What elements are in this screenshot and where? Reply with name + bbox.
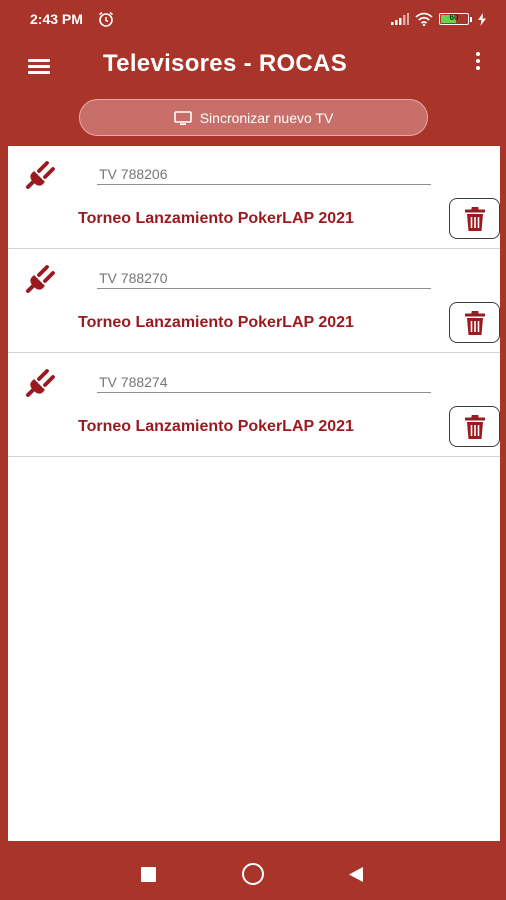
sync-new-tv-button[interactable]: Sincronizar nuevo TV [79,99,428,136]
tv-list: Torneo Lanzamiento PokerLAP 2021 Torneo … [8,146,500,841]
home-icon[interactable] [242,863,264,885]
divider [8,456,500,457]
delete-tv-button[interactable] [449,406,500,447]
app-bar: Televisores - ROCAS [0,38,506,94]
charging-icon [478,12,486,26]
trash-icon [464,414,485,439]
back-icon[interactable] [348,866,364,883]
overflow-menu-icon[interactable] [474,52,482,76]
battery-icon: 60 [439,13,469,25]
battery-tip [470,16,472,22]
list-item: Torneo Lanzamiento PokerLAP 2021 [8,146,500,249]
list-item: Torneo Lanzamiento PokerLAP 2021 [8,250,500,353]
plug-icon [26,161,55,189]
tv-id-field[interactable] [97,369,431,393]
system-nav-bar [0,846,506,900]
page-title: Televisores - ROCAS [103,50,348,77]
tv-id-field[interactable] [97,161,431,185]
plug-icon [26,265,55,293]
wifi-icon [415,12,433,26]
plug-icon [26,369,55,397]
delete-tv-button[interactable] [449,302,500,343]
alarm-icon [99,11,113,27]
sync-new-tv-label: Sincronizar nuevo TV [199,109,334,126]
battery-level: 60 [449,13,459,22]
tv-id-field[interactable] [97,265,431,289]
tournament-name: Torneo Lanzamiento PokerLAP 2021 [78,314,354,331]
tv-icon [173,110,192,125]
tournament-name: Torneo Lanzamiento PokerLAP 2021 [78,210,354,227]
status-time: 2:43 PM [30,11,83,27]
divider [8,248,500,249]
tournament-name: Torneo Lanzamiento PokerLAP 2021 [78,418,354,435]
list-item: Torneo Lanzamiento PokerLAP 2021 [8,354,500,457]
status-icons: 60 [391,10,486,28]
trash-icon [464,310,485,335]
status-bar: 2:43 PM 60 [0,0,506,38]
delete-tv-button[interactable] [449,198,500,239]
recents-icon[interactable] [141,867,156,882]
signal-icon [391,13,409,25]
trash-icon [464,206,485,231]
divider [8,352,500,353]
hamburger-menu-icon[interactable] [28,56,52,76]
